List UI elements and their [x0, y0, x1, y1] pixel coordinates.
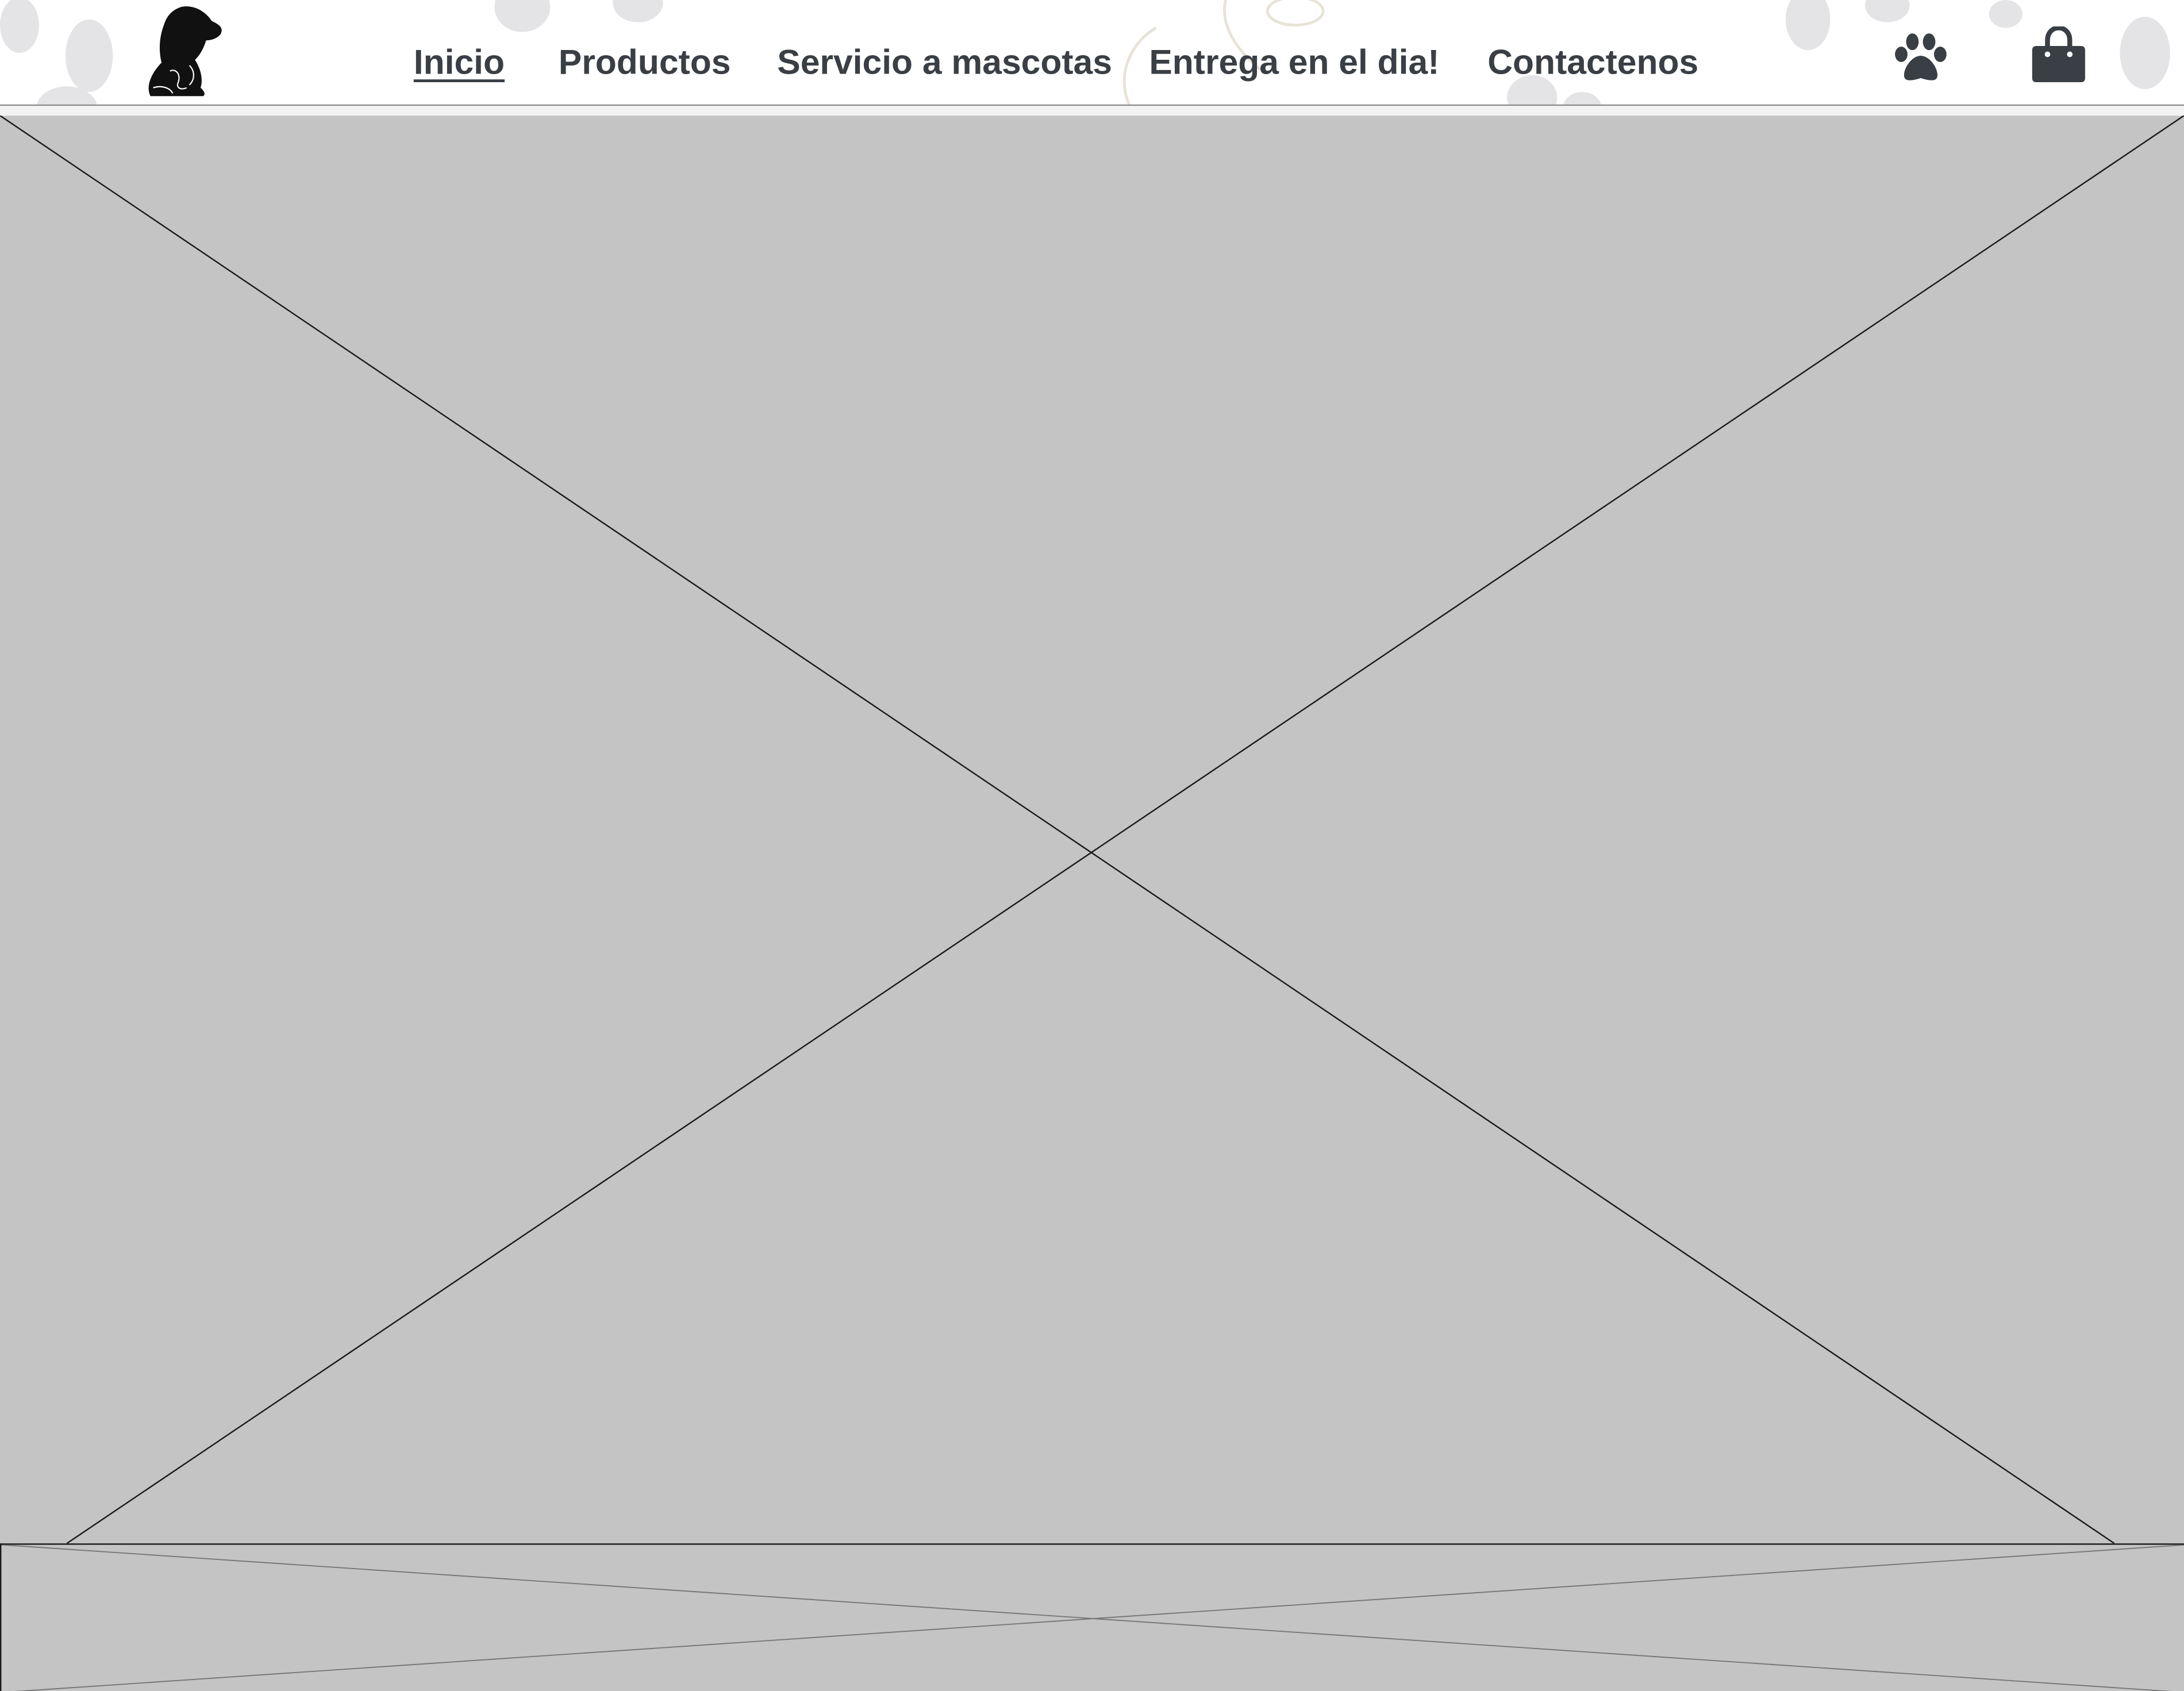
paw-icon[interactable] [1894, 33, 1947, 83]
placeholder-cross [0, 116, 2184, 1544]
site-header: Inicio Productos Servicio a mascotas Ent… [0, 0, 2184, 105]
page: Inicio Productos Servicio a mascotas Ent… [0, 0, 2184, 1691]
nav-inicio[interactable]: Inicio [414, 40, 505, 85]
header-shadow-strip [0, 106, 2184, 116]
nav-productos[interactable]: Productos [559, 40, 731, 85]
lower-banner-placeholder [0, 1543, 2184, 1691]
nav-contactenos[interactable]: Contactenos [1487, 40, 1698, 85]
nav-servicio-a-mascotas[interactable]: Servicio a mascotas [777, 40, 1112, 85]
nav-entrega-en-el-dia[interactable]: Entrega en el dia! [1149, 40, 1439, 85]
hero-image-placeholder [0, 116, 2184, 1544]
dog-silhouette-logo[interactable] [139, 4, 225, 99]
lower-placeholder-cross [1, 1544, 2184, 1691]
shopping-bag-icon[interactable] [2031, 26, 2086, 83]
